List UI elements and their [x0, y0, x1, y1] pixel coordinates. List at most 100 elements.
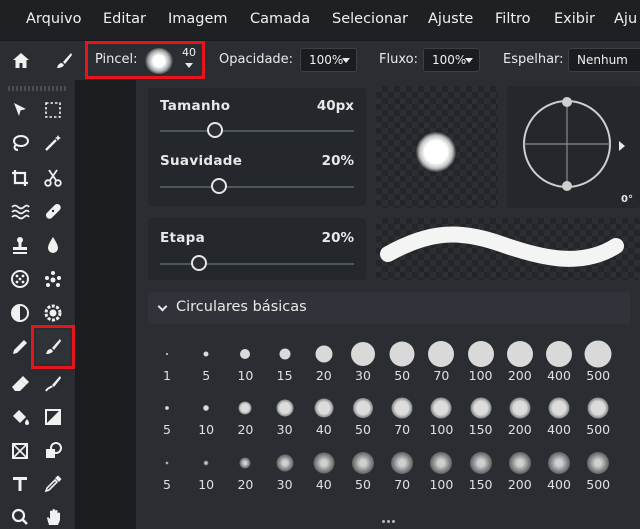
- toolbar-grip[interactable]: [8, 86, 68, 91]
- smudge-tool-button[interactable]: [39, 370, 67, 398]
- crop-tool-button[interactable]: [6, 164, 34, 192]
- brush-preset[interactable]: 5: [148, 392, 186, 442]
- brush-preset-size: 10: [237, 368, 254, 383]
- panel-resize-grip[interactable]: [136, 516, 640, 529]
- heal-tool-button[interactable]: [39, 197, 67, 225]
- hand-tool-button[interactable]: [39, 503, 67, 529]
- menu-ajuda[interactable]: Aju: [614, 11, 637, 27]
- brush-tool-highlight-box: [31, 325, 75, 369]
- cut-tool-button[interactable]: [39, 164, 67, 192]
- menu-ajuste[interactable]: Ajuste: [428, 11, 473, 27]
- blur-tool-button[interactable]: [39, 231, 67, 259]
- brush-preset[interactable]: 500: [579, 447, 617, 497]
- brush-preset[interactable]: 40: [305, 447, 343, 497]
- sponge-tool-button[interactable]: [6, 265, 34, 293]
- brush-preset[interactable]: 200: [501, 338, 539, 388]
- liquify-tool-button[interactable]: [6, 197, 34, 225]
- brush-preset[interactable]: 30: [266, 447, 304, 497]
- angle-dial[interactable]: [519, 96, 615, 192]
- stamp-tool-button[interactable]: [6, 231, 34, 259]
- menu-arquivo[interactable]: Arquivo: [26, 11, 82, 27]
- brush-preset[interactable]: 1: [148, 338, 186, 388]
- brush-preset[interactable]: 500: [579, 392, 617, 442]
- menu-imagem[interactable]: Imagem: [168, 11, 228, 27]
- mirror-dropdown[interactable]: Nenhum: [568, 48, 640, 72]
- brush-preset[interactable]: 10: [187, 447, 225, 497]
- brush-preset[interactable]: 200: [501, 392, 539, 442]
- menu-camada[interactable]: Camada: [250, 11, 310, 27]
- magic-wand-tool-button[interactable]: [39, 129, 67, 157]
- menu-filtro[interactable]: Filtro: [495, 11, 531, 27]
- settings-tool-button[interactable]: [39, 299, 67, 327]
- frame-icon: [12, 443, 28, 459]
- softness-slider-track[interactable]: [160, 186, 354, 188]
- brush-preset[interactable]: 50: [344, 447, 382, 497]
- lasso-tool-button[interactable]: [6, 129, 34, 157]
- brush-preset-size: 70: [394, 422, 411, 437]
- brush-preset[interactable]: 50: [344, 392, 382, 442]
- zoom-tool-button[interactable]: [6, 503, 34, 529]
- size-slider-knob[interactable]: [206, 122, 223, 138]
- presets-section-header[interactable]: Circulares básicas: [148, 292, 630, 324]
- brush-preset[interactable]: 10: [226, 338, 264, 388]
- pencil-tool-button[interactable]: [6, 333, 34, 361]
- brush-preset[interactable]: 40: [305, 392, 343, 442]
- gradient-tool-button[interactable]: [39, 403, 67, 431]
- brush-preset[interactable]: 70: [383, 447, 421, 497]
- brush-preset-dot: [351, 342, 375, 366]
- canvas-area[interactable]: [76, 80, 136, 529]
- brush-preset[interactable]: 150: [462, 447, 500, 497]
- home-button[interactable]: [7, 47, 35, 75]
- eraser-tool-button[interactable]: [6, 370, 34, 398]
- brush-preset[interactable]: 50: [383, 338, 421, 388]
- dots-tool-button[interactable]: [39, 265, 67, 293]
- pencil-icon: [13, 340, 27, 354]
- brush-preset[interactable]: 30: [266, 392, 304, 442]
- step-slider-track[interactable]: [160, 263, 354, 265]
- menu-exibir[interactable]: Exibir: [554, 11, 595, 27]
- frame-tool-button[interactable]: [6, 437, 34, 465]
- menu-selecionar[interactable]: Selecionar: [332, 11, 408, 27]
- brush-preset[interactable]: 400: [540, 338, 578, 388]
- brush-preset[interactable]: 5: [148, 447, 186, 497]
- brush-preset[interactable]: 70: [422, 338, 460, 388]
- brush-preset[interactable]: 400: [540, 447, 578, 497]
- dodge-tool-button[interactable]: [6, 299, 34, 327]
- brush-preset-dot: [276, 454, 294, 472]
- brush-preset[interactable]: 400: [540, 392, 578, 442]
- flow-dropdown[interactable]: 100%: [423, 48, 480, 72]
- text-tool-button[interactable]: [6, 470, 34, 498]
- brush-preset[interactable]: 30: [344, 338, 382, 388]
- brush-preset[interactable]: 70: [383, 392, 421, 442]
- menu-bar: Arquivo Editar Imagem Camada Selecionar …: [0, 0, 640, 40]
- brush-preset-size: 150: [468, 477, 493, 492]
- brush-preset[interactable]: 500: [579, 338, 617, 388]
- angle-play-icon[interactable]: [619, 141, 625, 151]
- opacity-dropdown[interactable]: 100%: [300, 48, 357, 72]
- brush-preset-dot: [238, 401, 252, 415]
- step-slider-knob[interactable]: [191, 255, 208, 271]
- brush-preset[interactable]: 20: [305, 338, 343, 388]
- move-tool-button[interactable]: [6, 96, 34, 124]
- brush-preset[interactable]: 100: [422, 392, 460, 442]
- fill-tool-button[interactable]: [6, 403, 34, 431]
- brush-preset[interactable]: 100: [462, 338, 500, 388]
- marquee-tool-button[interactable]: [39, 96, 67, 124]
- brush-preset[interactable]: 15: [266, 338, 304, 388]
- menu-editar[interactable]: Editar: [103, 11, 146, 27]
- brush-preset[interactable]: 20: [226, 447, 264, 497]
- left-toolbar: [0, 80, 76, 529]
- sponge-icon: [11, 270, 29, 288]
- brush-preset[interactable]: 150: [462, 392, 500, 442]
- brush-preset[interactable]: 5: [187, 338, 225, 388]
- dots-icon: [45, 271, 61, 287]
- softness-slider-knob[interactable]: [210, 178, 227, 194]
- brush-preset[interactable]: 10: [187, 392, 225, 442]
- brush-preset[interactable]: 200: [501, 447, 539, 497]
- brush-preset-size: 20: [315, 368, 332, 383]
- brush-preset[interactable]: 100: [422, 447, 460, 497]
- size-slider-track[interactable]: [160, 130, 354, 132]
- shape-tool-button[interactable]: [39, 437, 67, 465]
- eyedropper-tool-button[interactable]: [39, 470, 67, 498]
- brush-preset[interactable]: 20: [226, 392, 264, 442]
